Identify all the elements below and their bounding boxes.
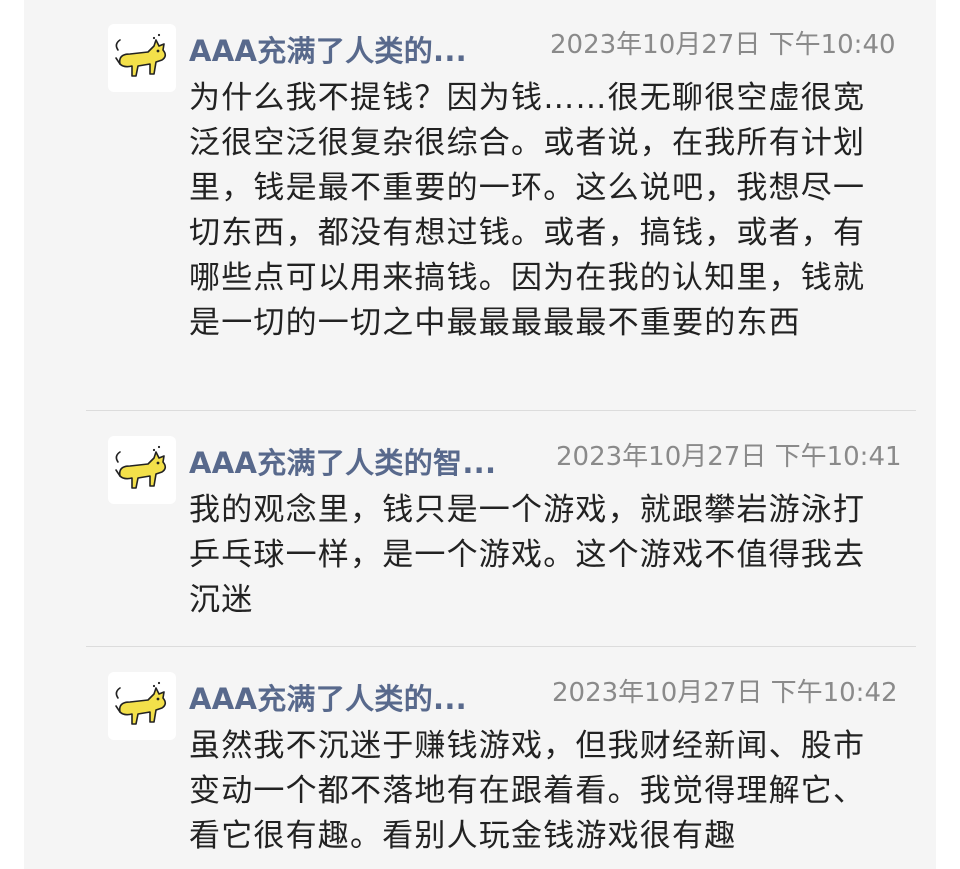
sender-name[interactable]: AAA充满了人类的...: [189, 676, 467, 718]
avatar[interactable]: [108, 672, 176, 740]
yellow-cat-icon: [115, 445, 167, 489]
message-text: 为什么我不提钱？因为钱……很无聊很空虚很宽泛很空泛很复杂很综合。或者说，在我所有…: [189, 80, 866, 341]
yellow-cat-icon: [115, 33, 167, 77]
sender-name[interactable]: AAA充满了人类的...: [189, 28, 467, 70]
message-text: 虽然我不沉迷于赚钱游戏，但我财经新闻、股市变动一个都不落地有在跟着看。我觉得理解…: [189, 728, 866, 854]
message-timestamp: 2023年10月27日 下午10:40: [550, 30, 896, 60]
yellow-cat-icon: [115, 681, 167, 725]
sender-name[interactable]: AAA充满了人类的智...: [189, 440, 496, 482]
message-list[interactable]: AAA充满了人类的... 2023年10月27日 下午10:40 为什么我不提钱…: [24, 0, 936, 869]
chat-history-screen: AAA充满了人类的... 2023年10月27日 下午10:40 为什么我不提钱…: [0, 0, 960, 869]
divider: [86, 410, 916, 411]
message-text: 我的观念里，钱只是一个游戏，就跟攀岩游泳打乒乓球一样，是一个游戏。这个游戏不值得…: [189, 492, 866, 618]
divider: [86, 646, 916, 647]
message-timestamp: 2023年10月27日 下午10:42: [552, 678, 898, 708]
avatar[interactable]: [108, 24, 176, 92]
message-timestamp: 2023年10月27日 下午10:41: [556, 442, 902, 472]
avatar[interactable]: [108, 436, 176, 504]
